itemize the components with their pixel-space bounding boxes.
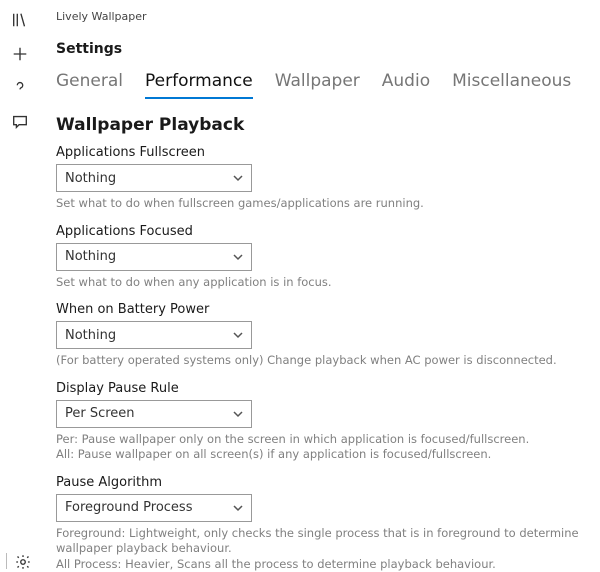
- tab-wallpaper[interactable]: Wallpaper: [275, 71, 360, 99]
- select-value: Nothing: [65, 249, 116, 264]
- setting-pause-rule: Display Pause Rule Per Screen Per: Pause…: [56, 381, 586, 463]
- setting-label: When on Battery Power: [56, 302, 586, 317]
- focused-select[interactable]: Nothing: [56, 243, 252, 271]
- setting-label: Display Pause Rule: [56, 381, 586, 396]
- chevron-down-icon: [233, 503, 243, 513]
- chevron-down-icon: [233, 409, 243, 419]
- fullscreen-select[interactable]: Nothing: [56, 164, 252, 192]
- setting-fullscreen: Applications Fullscreen Nothing Set what…: [56, 145, 586, 212]
- pause-algo-select[interactable]: Foreground Process: [56, 494, 252, 522]
- app-title: Lively Wallpaper: [56, 10, 586, 23]
- setting-label: Applications Fullscreen: [56, 145, 586, 160]
- chevron-down-icon: [233, 330, 243, 340]
- setting-hint: (For battery operated systems only) Chan…: [56, 353, 586, 369]
- tabs-row: General Performance Wallpaper Audio Misc…: [56, 71, 586, 99]
- pause-rule-select[interactable]: Per Screen: [56, 400, 252, 428]
- tab-performance[interactable]: Performance: [145, 71, 253, 99]
- gear-icon[interactable]: [13, 552, 33, 572]
- library-icon[interactable]: [10, 10, 30, 30]
- setting-hint: Set what to do when fullscreen games/app…: [56, 196, 586, 212]
- select-value: Per Screen: [65, 406, 135, 421]
- page-heading: Settings: [56, 41, 586, 57]
- main-content: Lively Wallpaper Settings General Perfor…: [40, 0, 600, 572]
- help-icon[interactable]: [10, 78, 30, 98]
- chevron-down-icon: [233, 252, 243, 262]
- setting-label: Applications Focused: [56, 224, 586, 239]
- setting-battery: When on Battery Power Nothing (For batte…: [56, 302, 586, 369]
- nav-sidebar: [0, 0, 40, 572]
- battery-select[interactable]: Nothing: [56, 321, 252, 349]
- setting-label: Pause Algorithm: [56, 475, 586, 490]
- section-title: Wallpaper Playback: [56, 115, 586, 135]
- setting-hint: Set what to do when any application is i…: [56, 275, 586, 291]
- tab-general[interactable]: General: [56, 71, 123, 99]
- tab-miscellaneous[interactable]: Miscellaneous: [452, 71, 571, 99]
- select-value: Foreground Process: [65, 500, 192, 515]
- select-value: Nothing: [65, 171, 116, 186]
- feedback-icon[interactable]: [10, 112, 30, 132]
- add-icon[interactable]: [10, 44, 30, 64]
- setting-pause-algo: Pause Algorithm Foreground Process Foreg…: [56, 475, 586, 572]
- setting-hint: Foreground: Lightweight, only checks the…: [56, 526, 586, 572]
- select-value: Nothing: [65, 328, 116, 343]
- setting-focused: Applications Focused Nothing Set what to…: [56, 224, 586, 291]
- setting-hint: Per: Pause wallpaper only on the screen …: [56, 432, 586, 463]
- chevron-down-icon: [233, 173, 243, 183]
- divider: [6, 553, 7, 569]
- tab-audio[interactable]: Audio: [382, 71, 430, 99]
